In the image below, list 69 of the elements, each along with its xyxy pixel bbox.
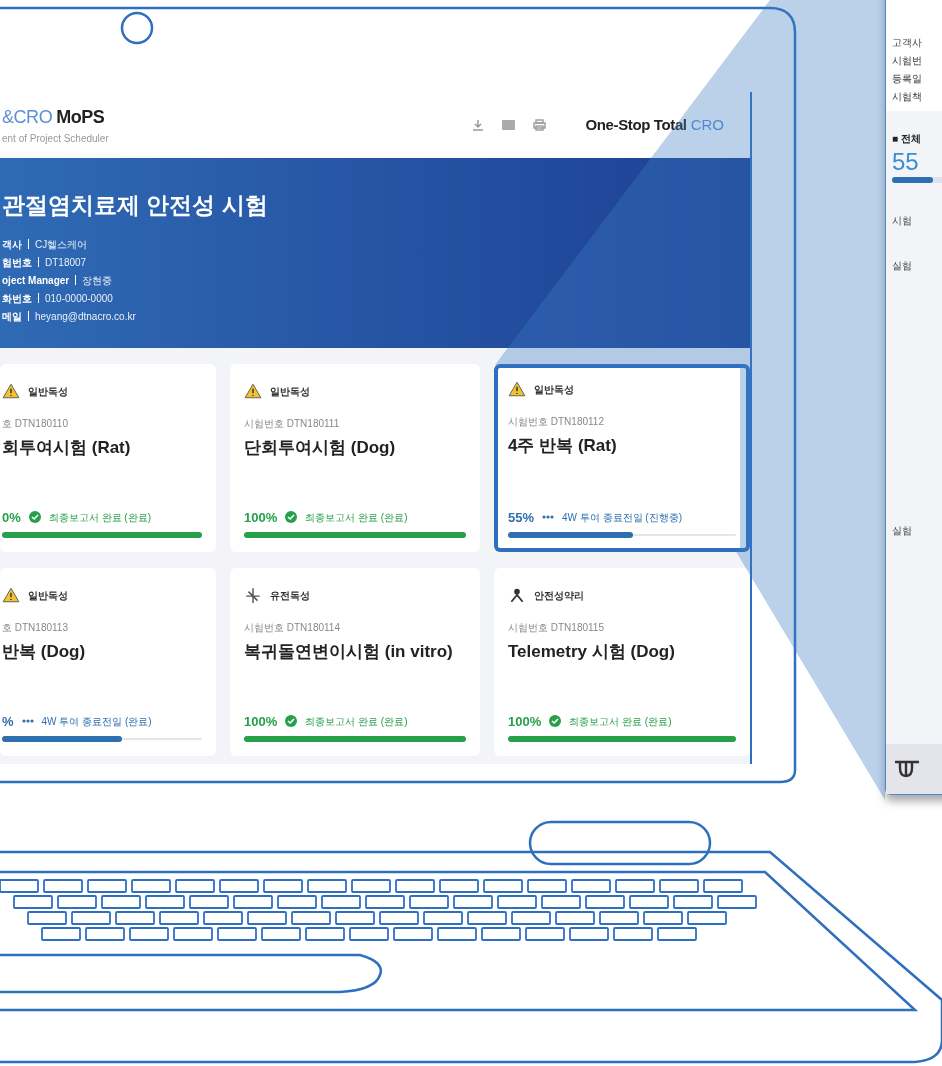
status-text: 최종보고서 완료 (완료) bbox=[305, 510, 408, 525]
progress-percent: 55% bbox=[508, 508, 535, 527]
study-number: 시험번호 DTN180111 bbox=[244, 417, 341, 431]
info-label: 화번호 bbox=[2, 291, 32, 306]
logo-icon bbox=[894, 760, 920, 778]
progress-percent: 100% bbox=[508, 712, 542, 731]
study-title: 단회투여시험 (Dog) bbox=[244, 437, 397, 459]
row-label: 실험 bbox=[892, 524, 913, 539]
status-text: 4W 투여 종료전일 (완료) bbox=[41, 714, 152, 729]
study-number: 시험번호 DTN180115 bbox=[508, 621, 605, 635]
progress-percent: 55 bbox=[892, 147, 920, 177]
study-number: 호 DTN180110 bbox=[2, 417, 69, 431]
info-label: 고객사 bbox=[892, 36, 923, 50]
category-label: 유전독성 bbox=[270, 588, 310, 603]
study-title: 복귀돌연변이시험 (in vitro) bbox=[244, 641, 454, 663]
warning-icon bbox=[508, 380, 526, 398]
study-title: 4주 반복 (Rat) bbox=[508, 435, 618, 457]
row-label: 실험 bbox=[892, 259, 913, 274]
study-card[interactable]: 유전독성 시험번호 DTN180114 복귀돌연변이시험 (in vitro) 100% 최종보고서 완료 (완료) bbox=[230, 568, 480, 756]
study-number: 시험번호 DTN180112 bbox=[508, 415, 605, 429]
study-card[interactable]: 일반독성 호 DTN180113 반복 (Dog) % 4W 투여 종료전일 (완료) bbox=[0, 568, 216, 756]
study-number: 호 DTN180113 bbox=[2, 621, 69, 635]
info-label: 메일 bbox=[2, 309, 22, 324]
warning-icon bbox=[244, 382, 262, 400]
info-value: DT18007 bbox=[45, 255, 87, 270]
info-value: heyang@dtnacro.co.kr bbox=[35, 309, 136, 324]
progress-percent: 100% bbox=[244, 508, 278, 527]
study-number: 시험번호 DTN180114 bbox=[244, 621, 341, 635]
progress-percent: 100% bbox=[244, 712, 278, 731]
info-label: 험번호 bbox=[2, 255, 32, 270]
study-card[interactable]: 일반독성 시험번호 DTN180112 4주 반복 (Rat) 55% 4W 투여 종료전일 (진행중) bbox=[494, 364, 750, 552]
person-icon bbox=[508, 586, 526, 604]
print-icon[interactable] bbox=[532, 119, 546, 131]
study-title: 회투여시험 (Rat) bbox=[2, 437, 132, 459]
category-label: 일반독성 bbox=[534, 382, 574, 397]
info-label: 시험번 bbox=[892, 54, 923, 68]
info-label: oject Manager bbox=[2, 273, 70, 288]
info-value: 010-0000-0000 bbox=[45, 291, 113, 306]
info-value: 장현중 bbox=[82, 273, 113, 288]
warning-icon bbox=[2, 586, 20, 604]
info-label: 객사 bbox=[2, 237, 22, 252]
category-label: 일반독성 bbox=[270, 384, 310, 399]
info-value: CJ헬스케어 bbox=[35, 237, 88, 252]
warning-icon bbox=[2, 382, 20, 400]
status-text: 최종보고서 완료 (완료) bbox=[305, 714, 408, 729]
project-title: 관절염치료제 안전성 시험 bbox=[2, 191, 269, 220]
status-text: 최종보고서 완료 (완료) bbox=[569, 714, 672, 729]
study-card[interactable]: 안전성약리 시험번호 DTN180115 Telemetry 시험 (Dog) 100% 최종보고서 완료 (완료) bbox=[494, 568, 750, 756]
category-label: 안전성약리 bbox=[534, 588, 584, 603]
logo-subtitle: ent of Project Scheduler bbox=[2, 132, 109, 146]
study-title: 반복 (Dog) bbox=[2, 641, 87, 663]
info-label: 시험책 bbox=[892, 90, 923, 104]
study-card[interactable]: 일반독성 시험번호 DTN180111 단회투여시험 (Dog) 100% 최종보고서 완료 (완료) bbox=[230, 364, 480, 552]
info-label: 등록일 bbox=[892, 72, 923, 86]
row-label: 시험 bbox=[892, 214, 913, 229]
section-title: ■ 전체 bbox=[892, 132, 922, 146]
category-label: 일반독성 bbox=[28, 384, 68, 399]
status-text: 4W 투여 종료전일 (진행중) bbox=[562, 510, 683, 525]
category-label: 일반독성 bbox=[28, 588, 68, 603]
study-title: Telemetry 시험 (Dog) bbox=[508, 641, 676, 663]
status-text: 최종보고서 완료 (완료) bbox=[48, 510, 151, 525]
progress-percent: % bbox=[2, 712, 14, 731]
download-icon[interactable] bbox=[471, 119, 484, 131]
tagline: One-Stop Total bbox=[585, 114, 687, 135]
progress-percent: 0% bbox=[2, 508, 21, 527]
logo-text: MoPS bbox=[56, 106, 105, 129]
tagline-accent: CRO bbox=[690, 114, 724, 135]
logo-text: &CRO bbox=[2, 106, 53, 129]
study-card[interactable]: 일반독성 호 DTN180110 회투여시험 (Rat) 0% 최종보고서 완료 (완료) bbox=[0, 364, 216, 552]
